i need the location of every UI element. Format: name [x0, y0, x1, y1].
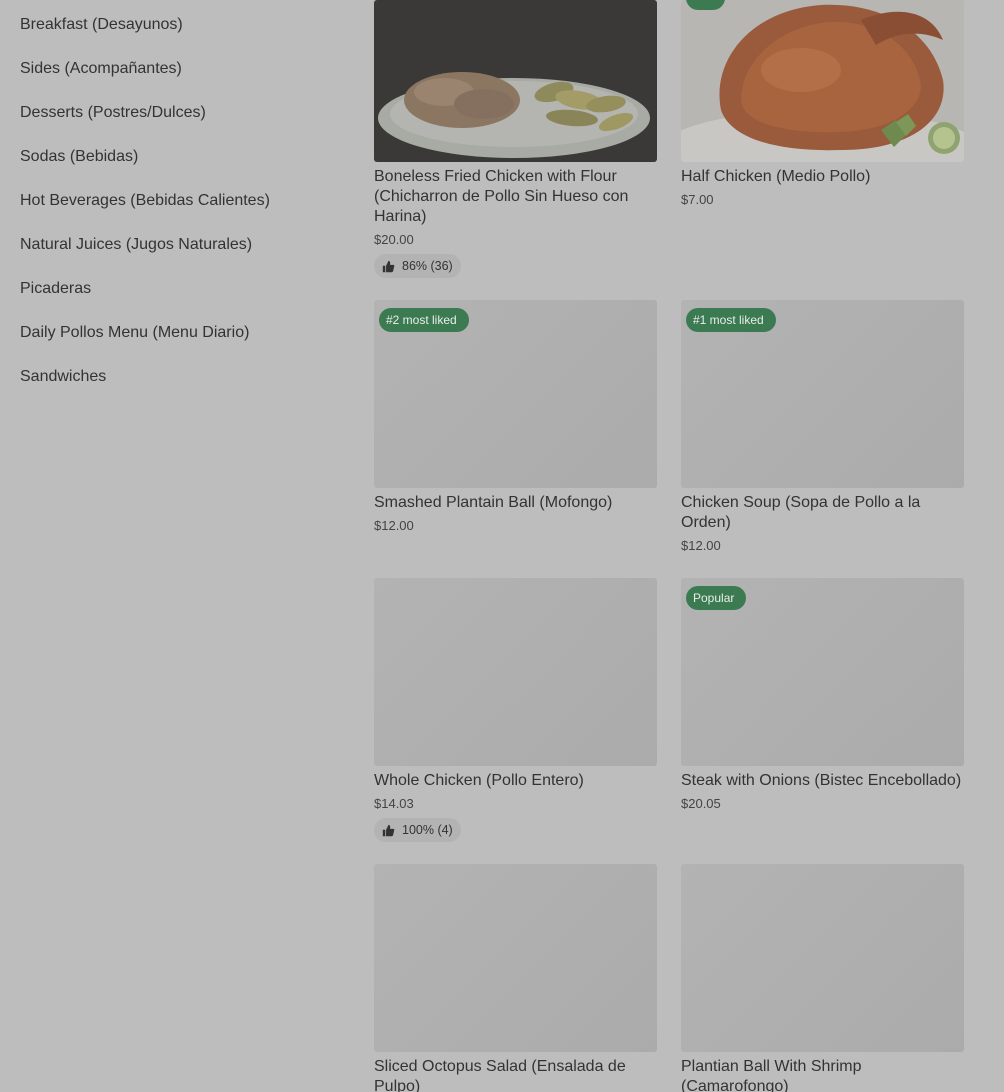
menu-item-card[interactable]: #2 most liked Smashed Plantain Ball (Mof…: [374, 300, 657, 536]
thumbs-up-icon: [382, 824, 395, 836]
sidebar-item-sides[interactable]: Sides (Acompañantes): [20, 44, 340, 88]
rating-text: 100% (4): [402, 823, 453, 837]
sidebar-item-desserts[interactable]: Desserts (Postres/Dulces): [20, 88, 340, 132]
category-sidebar: Breakfast (Desayunos) Sides (Acompañante…: [0, 0, 340, 396]
sidebar-item-natural-juices[interactable]: Natural Juices (Jugos Naturales): [20, 220, 340, 264]
popular-badge: Popular: [686, 586, 747, 610]
sidebar-item-sandwiches[interactable]: Sandwiches: [20, 352, 340, 396]
thumbs-up-icon: [382, 260, 395, 272]
menu-item-card[interactable]: Boneless Fried Chicken with Flour (Chich…: [374, 0, 657, 278]
sidebar-item-sodas[interactable]: Sodas (Bebidas): [20, 132, 340, 176]
menu-item-card[interactable]: Plantian Ball With Shrimp (Camarofongo): [681, 864, 964, 1092]
menu-item-image-placeholder: Popular: [681, 578, 964, 766]
menu-item-title: Plantian Ball With Shrimp (Camarofongo): [681, 1058, 862, 1092]
menu-item-image-placeholder: [374, 864, 657, 1052]
rating-pill: 86% (36): [374, 254, 461, 278]
most-liked-badge: #2 most liked: [379, 308, 469, 332]
sidebar-item-breakfast[interactable]: Breakfast (Desayunos): [20, 0, 340, 44]
fried-chicken-plantains-photo: [374, 0, 657, 162]
menu-item-card[interactable]: Whole Chicken (Pollo Entero) $14.03 100%…: [374, 578, 657, 842]
menu-item-price: $20.05: [681, 796, 721, 811]
menu-item-image-placeholder: [681, 864, 964, 1052]
menu-item-title: Sliced Octopus Salad (Ensalada de Pulpo): [374, 1058, 626, 1092]
menu-item-price: $7.00: [681, 192, 714, 207]
sidebar-item-daily-menu[interactable]: Daily Pollos Menu (Menu Diario): [20, 308, 340, 352]
sidebar-item-picaderas[interactable]: Picaderas: [20, 264, 340, 308]
most-liked-badge: #1 most liked: [686, 308, 776, 332]
menu-item-price: $20.00: [374, 232, 414, 247]
menu-item-image-placeholder: [374, 578, 657, 766]
roast-chicken-image: [681, 0, 964, 162]
menu-item-title: Boneless Fried Chicken with Flour (Chich…: [374, 168, 629, 225]
menu-item-card[interactable]: Sliced Octopus Salad (Ensalada de Pulpo): [374, 864, 657, 1092]
roast-chicken-photo: [681, 0, 964, 162]
menu-item-card[interactable]: Popular Steak with Onions (Bistec Encebo…: [681, 578, 964, 814]
menu-item-title: Whole Chicken (Pollo Entero): [374, 772, 584, 789]
sidebar-item-hot-beverages[interactable]: Hot Beverages (Bebidas Calientes): [20, 176, 340, 220]
menu-item-price: $14.03: [374, 796, 414, 811]
menu-item-card[interactable]: Half Chicken (Medio Pollo) $7.00: [681, 0, 964, 210]
menu-item-title: Smashed Plantain Ball (Mofongo): [374, 494, 613, 511]
rating-text: 86% (36): [402, 259, 453, 273]
menu-item-image-placeholder: #2 most liked: [374, 300, 657, 488]
menu-item-title: Steak with Onions (Bistec Encebollado): [681, 772, 962, 789]
menu-item-image-placeholder: #1 most liked: [681, 300, 964, 488]
menu-item-card[interactable]: #1 most liked Chicken Soup (Sopa de Poll…: [681, 300, 964, 556]
menu-item-price: $12.00: [374, 518, 414, 533]
menu-item-price: $12.00: [681, 538, 721, 553]
menu-item-title: Half Chicken (Medio Pollo): [681, 168, 871, 185]
rating-pill: 100% (4): [374, 818, 461, 842]
menu-item-title: Chicken Soup (Sopa de Pollo a la Orden): [681, 494, 921, 531]
fried-chicken-plantains-image: [374, 0, 657, 162]
